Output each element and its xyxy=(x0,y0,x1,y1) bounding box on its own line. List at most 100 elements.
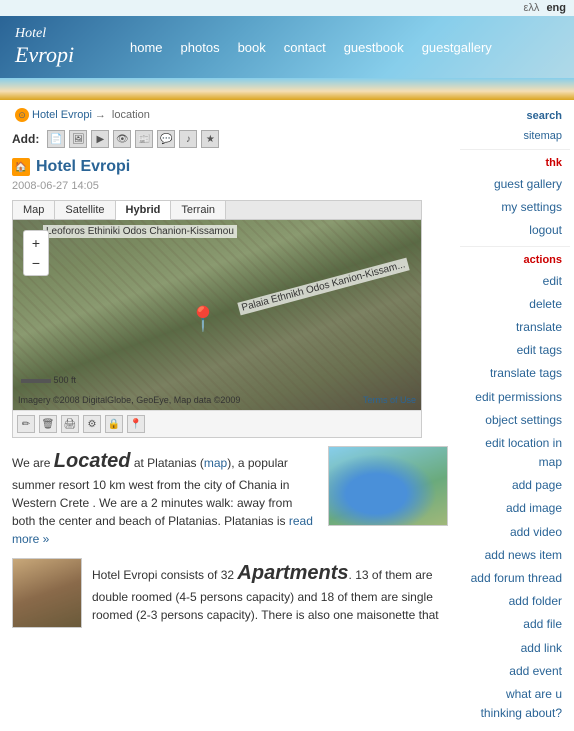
main-nav: home photos book contact guestbook guest… xyxy=(130,40,492,55)
add-bar: Add: 📄 🖼 ▶ 👁 📰 💬 ♪ ★ xyxy=(12,130,448,148)
sidebar-thk-label: thk xyxy=(460,153,570,173)
sidebar-link-add-file[interactable]: add file xyxy=(460,613,570,636)
lang-eng[interactable]: eng xyxy=(546,2,566,14)
sidebar-link-add-forum[interactable]: add forum thread xyxy=(460,567,570,590)
map-action-delete[interactable]: 🗑 xyxy=(39,415,57,433)
sidebar-link-edit-permissions[interactable]: edit permissions xyxy=(460,386,570,409)
breadcrumb: ⊙ Hotel Evropi → location xyxy=(12,108,448,122)
sidebar-link-add-event[interactable]: add event xyxy=(460,660,570,683)
map-tab-terrain[interactable]: Terrain xyxy=(171,201,226,219)
map-scale: 500 ft xyxy=(21,375,76,385)
map-zoom-out[interactable]: − xyxy=(26,253,46,273)
add-icon-page[interactable]: 📄 xyxy=(47,130,65,148)
map-action-edit[interactable]: ✏ xyxy=(17,415,35,433)
text-capacity-2: (2-3 persons capacity) xyxy=(136,608,255,622)
text-apartments: Apartments xyxy=(237,562,348,584)
add-icon-event[interactable]: ★ xyxy=(201,130,219,148)
text-located: Located xyxy=(54,450,131,472)
map-visual: Leoforos Ethiniki Odos Chanion-Kissamou … xyxy=(13,220,421,410)
sidebar-link-logout[interactable]: logout xyxy=(460,219,570,242)
sidebar-divider-1 xyxy=(460,149,570,150)
text-suffix-1: at Platanias ( xyxy=(130,456,203,470)
breadcrumb-separator: → xyxy=(95,109,106,121)
map-scale-bar xyxy=(21,379,51,383)
map-container: Map Satellite Hybrid Terrain Leoforos Et… xyxy=(12,200,422,438)
sidebar-link-edit-tags[interactable]: edit tags xyxy=(460,339,570,362)
breadcrumb-current: location xyxy=(112,109,150,121)
text-photo-1 xyxy=(328,446,448,526)
sidebar-link-edit-location[interactable]: edit location in map xyxy=(460,432,570,474)
sidebar-link-guest-gallery[interactable]: guest gallery xyxy=(460,173,570,196)
photo-pool xyxy=(329,447,447,525)
sidebar-link-thinking[interactable]: what are u thinking about? xyxy=(460,683,570,725)
nav-photos[interactable]: photos xyxy=(181,40,220,55)
map-action-settings[interactable]: ⚙ xyxy=(83,415,101,433)
sidebar-link-translate[interactable]: translate xyxy=(460,316,570,339)
sidebar-link-add-video[interactable]: add video xyxy=(460,521,570,544)
lang-bar: ελλ eng xyxy=(0,0,574,16)
map-scale-label: 500 ft xyxy=(54,375,77,385)
breadcrumb-icon: ⊙ xyxy=(15,108,29,122)
logo-hotel: Hotel xyxy=(15,26,115,42)
sidebar-link-object-settings[interactable]: object settings xyxy=(460,409,570,432)
logo-name: Evropi xyxy=(15,42,115,68)
add-icon-image[interactable]: 🖼 xyxy=(69,130,87,148)
map-tabs: Map Satellite Hybrid Terrain xyxy=(13,201,421,220)
sidebar-search-title: search xyxy=(460,106,570,126)
map-action-marker[interactable]: 📍 xyxy=(127,415,145,433)
text-body-2: Hotel Evropi consists of 32 Apartments. … xyxy=(92,558,448,624)
map-tab-map[interactable]: Map xyxy=(13,201,55,219)
nav-contact[interactable]: contact xyxy=(284,40,326,55)
map-actions: ✏ 🗑 🖨 ⚙ 🔒 📍 xyxy=(13,410,421,437)
header: Hotel Evropi home photos book contact gu… xyxy=(0,16,574,78)
sidebar-link-translate-tags[interactable]: translate tags xyxy=(460,362,570,385)
sidebar-link-add-image[interactable]: add image xyxy=(460,497,570,520)
sidebar: search sitemap thk guest gallery my sett… xyxy=(460,100,570,731)
map-tab-satellite[interactable]: Satellite xyxy=(55,201,115,219)
beach-strip xyxy=(0,78,574,100)
sidebar-actions-label: actions xyxy=(460,250,570,270)
lang-ell[interactable]: ελλ xyxy=(523,2,539,14)
map-action-print[interactable]: 🖨 xyxy=(61,415,79,433)
text-capacity-1: (4-5 persons capacity) xyxy=(175,590,294,604)
map-zoom-in[interactable]: + xyxy=(26,233,46,253)
map-action-lock[interactable]: 🔒 xyxy=(105,415,123,433)
page-title-area: 🏠 Hotel Evropi xyxy=(12,158,448,176)
add-label: Add: xyxy=(12,132,39,146)
nav-guestgallery[interactable]: guestgallery xyxy=(422,40,492,55)
text-section-2: Hotel Evropi consists of 32 Apartments. … xyxy=(12,558,448,628)
map-marker: 📍 xyxy=(188,305,218,334)
text-prefix-1: We are xyxy=(12,456,54,470)
add-icon-eye[interactable]: 👁 xyxy=(113,130,131,148)
sidebar-link-add-folder[interactable]: add folder xyxy=(460,590,570,613)
text-body-1: We are Located at Platanias (map), a pop… xyxy=(12,446,318,548)
add-icon-news[interactable]: 📰 xyxy=(135,130,153,148)
sidebar-link-add-news[interactable]: add news item xyxy=(460,544,570,567)
add-icon-music[interactable]: ♪ xyxy=(179,130,197,148)
main-container: ⊙ Hotel Evropi → location Add: 📄 🖼 ▶ 👁 📰… xyxy=(0,100,574,731)
date-label: 2008-06-27 14:05 xyxy=(12,180,448,192)
sidebar-link-edit[interactable]: edit xyxy=(460,270,570,293)
map-tab-hybrid[interactable]: Hybrid xyxy=(116,201,172,220)
map-copyright: Imagery ©2008 DigitalGlobe, GeoEye, Map … xyxy=(18,395,240,405)
map-zoom-control: + − xyxy=(23,230,49,276)
add-icon-forum[interactable]: 💬 xyxy=(157,130,175,148)
nav-guestbook[interactable]: guestbook xyxy=(344,40,404,55)
sidebar-link-delete[interactable]: delete xyxy=(460,293,570,316)
map-terms[interactable]: Terms of Use xyxy=(363,395,416,405)
sidebar-divider-2 xyxy=(460,246,570,247)
sidebar-link-add-link[interactable]: add link xyxy=(460,637,570,660)
text-map-link[interactable]: map xyxy=(204,456,227,470)
breadcrumb-home[interactable]: Hotel Evropi xyxy=(32,109,92,121)
nav-home[interactable]: home xyxy=(130,40,163,55)
text-thumb-2 xyxy=(12,558,82,628)
text-section-1: We are Located at Platanias (map), a pop… xyxy=(12,446,448,548)
map-label-road1: Leoforos Ethiniki Odos Chanion-Kissamou xyxy=(43,225,237,238)
content-area: ⊙ Hotel Evropi → location Add: 📄 🖼 ▶ 👁 📰… xyxy=(0,100,460,731)
sidebar-sitemap-title: sitemap xyxy=(460,126,570,146)
add-icon-video[interactable]: ▶ xyxy=(91,130,109,148)
logo: Hotel Evropi xyxy=(0,26,130,68)
sidebar-link-my-settings[interactable]: my settings xyxy=(460,196,570,219)
nav-book[interactable]: book xyxy=(238,40,266,55)
sidebar-link-add-page[interactable]: add page xyxy=(460,474,570,497)
